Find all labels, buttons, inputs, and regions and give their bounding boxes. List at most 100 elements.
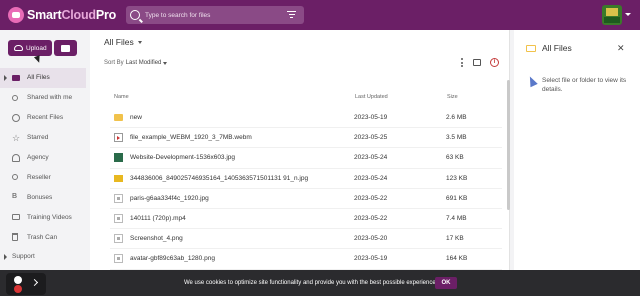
file-date: 2023-05-22 bbox=[354, 215, 388, 223]
video-file-icon bbox=[114, 133, 123, 143]
table-row[interactable]: 140111 (720p).mp4 2023-05-22 7.4 MB bbox=[110, 209, 502, 230]
cookie-ok-button[interactable]: OK bbox=[435, 277, 457, 289]
file-date: 2023-05-22 bbox=[354, 194, 388, 202]
bonus-icon: B bbox=[12, 193, 18, 201]
table-row[interactable]: new 2023-05-19 2.6 MB bbox=[110, 108, 502, 129]
sidebar-item-bonuses[interactable]: B Bonuses bbox=[0, 187, 86, 207]
folder-icon bbox=[114, 114, 123, 122]
reseller-icon bbox=[12, 174, 18, 181]
scrollbar[interactable] bbox=[507, 80, 510, 210]
image-file-icon bbox=[114, 174, 123, 182]
file-list: new 2023-05-19 2.6 MB file_example_WEBM_… bbox=[110, 108, 502, 270]
file-size: 63 KB bbox=[446, 154, 464, 162]
breadcrumb[interactable]: All Files bbox=[104, 37, 142, 47]
sidebar-item-reseller[interactable]: Reseller bbox=[0, 167, 86, 187]
sidebar-item-agency[interactable]: Agency bbox=[0, 148, 86, 168]
file-date: 2023-05-24 bbox=[354, 154, 388, 162]
logo-icon bbox=[8, 7, 24, 23]
image-file-icon bbox=[114, 193, 123, 203]
table-row[interactable]: avatar-gbf89c63ab_1280.png 2023-05-19 16… bbox=[110, 249, 502, 270]
trash-icon bbox=[12, 233, 18, 242]
table-row[interactable]: Website-Development-1536x603.jpg 2023-05… bbox=[110, 148, 502, 169]
column-header-updated[interactable]: Last Updated bbox=[355, 94, 388, 100]
agency-icon bbox=[12, 153, 20, 162]
file-date: 2023-05-19 bbox=[354, 255, 388, 263]
file-size: 2.6 MB bbox=[446, 114, 467, 122]
sidebar-item-recent[interactable]: Recent Files bbox=[0, 108, 86, 128]
upload-label: Upload bbox=[26, 44, 47, 52]
sidebar: Upload All Files Shared with me Recent F… bbox=[0, 30, 86, 266]
logo[interactable]: SmartCloudPro bbox=[8, 7, 116, 23]
file-size: 164 KB bbox=[446, 255, 468, 263]
sidebar-item-starred[interactable]: ☆ Starred bbox=[0, 128, 86, 148]
sort-dropdown[interactable]: Sort By Last Modified bbox=[104, 60, 168, 66]
more-options-icon[interactable] bbox=[461, 58, 464, 67]
chevron-down-icon bbox=[163, 61, 168, 65]
file-name: file_example_WEBM_1920_3_7MB.webm bbox=[130, 134, 252, 142]
file-size: 691 KB bbox=[446, 194, 468, 202]
sort-prefix: Sort By bbox=[104, 60, 124, 66]
sidebar-item-all-files[interactable]: All Files bbox=[0, 68, 86, 88]
sidebar-item-label: Agency bbox=[27, 154, 49, 161]
recorder-widget[interactable] bbox=[6, 273, 46, 295]
details-title: All Files bbox=[542, 43, 572, 53]
upload-button[interactable]: Upload bbox=[8, 40, 52, 56]
recorder-icon bbox=[14, 276, 22, 284]
logo-text: SmartCloudPro bbox=[27, 8, 117, 22]
sidebar-item-support[interactable]: Support bbox=[0, 247, 86, 267]
caret-right-icon bbox=[4, 75, 7, 81]
table-row[interactable]: 344836006_849025746935164_14053635715011… bbox=[110, 169, 502, 189]
view-toolbar: i bbox=[461, 58, 499, 67]
file-size: 17 KB bbox=[446, 235, 464, 243]
file-size: 3.5 MB bbox=[446, 134, 467, 142]
column-header-name[interactable]: Name bbox=[114, 94, 129, 100]
cursor-icon bbox=[33, 55, 43, 64]
sidebar-item-label: Starred bbox=[27, 134, 49, 142]
file-date: 2023-05-19 bbox=[354, 114, 388, 122]
list-view-icon[interactable] bbox=[473, 59, 481, 66]
details-panel: All Files ✕ Select file or folder to vie… bbox=[514, 30, 640, 270]
search-input[interactable] bbox=[145, 11, 275, 19]
sidebar-item-shared[interactable]: Shared with me bbox=[0, 88, 86, 108]
file-name: avatar-gbf89c63ab_1280.png bbox=[130, 255, 215, 263]
close-icon[interactable]: ✕ bbox=[617, 44, 625, 53]
sidebar-item-trash[interactable]: Trash Can bbox=[0, 227, 86, 247]
people-icon bbox=[12, 94, 18, 101]
table-row[interactable]: file_example_WEBM_1920_3_7MB.webm 2023-0… bbox=[110, 128, 502, 149]
file-name: Website-Development-1536x603.jpg bbox=[130, 154, 236, 162]
table-row[interactable]: Screenshot_4.png 2023-05-20 17 KB bbox=[110, 229, 502, 250]
sidebar-nav: All Files Shared with me Recent Files ☆ … bbox=[0, 68, 86, 267]
file-size: 123 KB bbox=[446, 174, 468, 182]
folder-icon bbox=[12, 74, 20, 81]
sidebar-item-label: Bonuses bbox=[27, 193, 53, 201]
sidebar-item-label: Trash Can bbox=[27, 233, 58, 241]
chevron-down-icon bbox=[137, 40, 142, 44]
sort-value: Last Modified bbox=[125, 60, 162, 66]
record-icon[interactable] bbox=[14, 285, 22, 293]
new-folder-button[interactable] bbox=[54, 40, 77, 56]
info-icon[interactable]: i bbox=[490, 58, 499, 67]
avatar[interactable] bbox=[602, 5, 622, 25]
table-row[interactable]: paris-g6aa334f4c_1920.jpg 2023-05-22 691… bbox=[110, 189, 502, 209]
clock-icon bbox=[12, 113, 20, 122]
filter-icon[interactable] bbox=[287, 11, 296, 18]
search-bar[interactable] bbox=[126, 6, 304, 24]
page-title: All Files bbox=[104, 37, 134, 47]
sidebar-item-training-videos[interactable]: Training Videos bbox=[0, 207, 86, 227]
caret-right-icon bbox=[4, 254, 7, 261]
search-icon bbox=[130, 10, 140, 20]
cookie-banner: We use cookies to optimize site function… bbox=[0, 270, 640, 296]
sidebar-item-label: Support bbox=[12, 253, 35, 261]
chevron-down-icon[interactable] bbox=[625, 13, 631, 16]
pointer-icon bbox=[526, 74, 538, 88]
cloud-upload-icon bbox=[14, 45, 23, 51]
file-date: 2023-05-25 bbox=[354, 134, 388, 142]
column-header-size[interactable]: Size bbox=[447, 94, 458, 100]
file-name: 344836006_849025746935164_14053635715011… bbox=[130, 174, 309, 182]
video-icon bbox=[12, 214, 20, 221]
star-icon: ☆ bbox=[12, 132, 21, 143]
file-name: 140111 (720p).mp4 bbox=[130, 215, 186, 223]
file-size: 7.4 MB bbox=[446, 215, 467, 223]
chevron-right-icon[interactable] bbox=[30, 278, 39, 287]
file-name: new bbox=[130, 114, 142, 122]
